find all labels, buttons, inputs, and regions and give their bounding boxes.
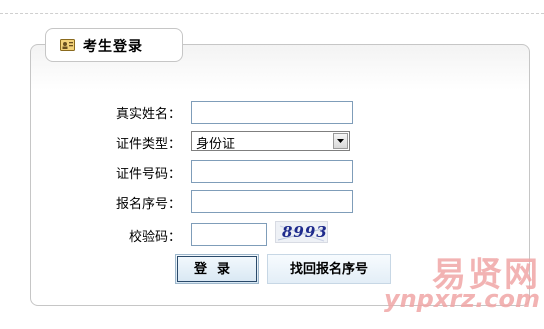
- reg-number-label: 报名序号：: [115, 197, 181, 212]
- chevron-down-icon[interactable]: [333, 133, 348, 149]
- name-label: 真实姓名：: [115, 107, 181, 122]
- id-type-label: 证件类型：: [115, 137, 181, 152]
- watermark-en: ynpxrz.com: [383, 285, 540, 313]
- top-divider: [0, 13, 544, 14]
- login-header-tab: 考生登录: [45, 28, 183, 62]
- captcha-image[interactable]: 8993: [275, 221, 328, 243]
- login-button[interactable]: 登录: [175, 254, 259, 284]
- id-number-input[interactable]: [191, 160, 353, 183]
- id-number-label: 证件号码：: [115, 167, 181, 182]
- name-input[interactable]: [191, 101, 353, 124]
- id-card-icon: [60, 39, 75, 51]
- page-title: 考生登录: [83, 39, 143, 55]
- id-type-selected-value: 身份证: [196, 137, 236, 152]
- captcha-code: 8993: [282, 223, 328, 241]
- reg-number-input[interactable]: [191, 190, 353, 213]
- watermark-logo: 易贤网 ynpxrz.com: [384, 247, 540, 321]
- captcha-label: 校验码：: [128, 230, 181, 245]
- captcha-input[interactable]: [191, 223, 267, 246]
- find-reg-number-button[interactable]: 找回报名序号: [267, 254, 391, 284]
- id-type-select[interactable]: 身份证: [191, 131, 350, 152]
